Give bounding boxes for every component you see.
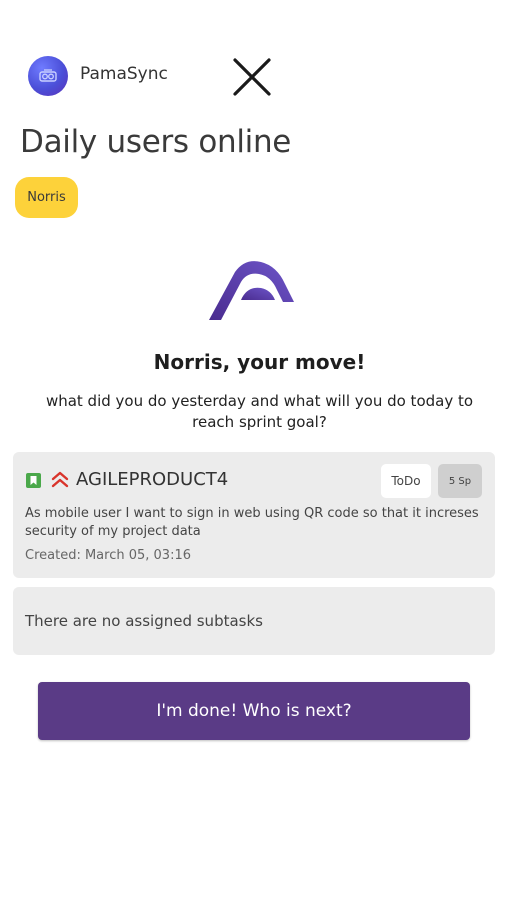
subtasks-empty: There are no assigned subtasks — [13, 587, 495, 655]
app-header: PamaSync — [28, 56, 488, 96]
task-card[interactable]: AGILEPRODUCT4 ToDo 5 Sp As mobile user I… — [13, 452, 495, 578]
task-key: AGILEPRODUCT4 — [76, 469, 229, 490]
turn-prompt: what did you do yesterday and what will … — [45, 392, 474, 431]
story-icon — [26, 473, 41, 488]
pamasync-logo-icon — [28, 56, 68, 96]
page-title: Daily users online — [20, 124, 292, 160]
user-chip-norris[interactable]: Norris — [15, 177, 78, 218]
done-button[interactable]: I'm done! Who is next? — [38, 682, 470, 740]
story-points-badge: 5 Sp — [438, 464, 482, 498]
status-badge[interactable]: ToDo — [381, 464, 431, 498]
high-priority-icon — [51, 471, 69, 489]
close-icon[interactable] — [228, 54, 274, 100]
brand-logo-icon — [205, 258, 297, 322]
task-description: As mobile user I want to sign in web usi… — [25, 506, 479, 539]
turn-title: Norris, your move! — [153, 350, 366, 374]
app-name: PamaSync — [80, 64, 168, 84]
task-created: Created: March 05, 03:16 — [25, 548, 191, 563]
